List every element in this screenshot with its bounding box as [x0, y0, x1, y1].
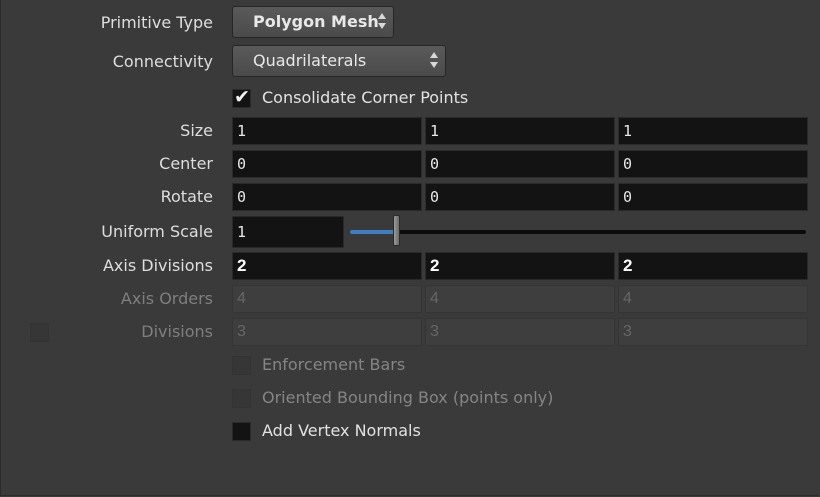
divisions-y-field: 3 — [425, 318, 615, 346]
rotate-label: Rotate — [160, 187, 213, 206]
primitive-type-value: Polygon Mesh — [253, 12, 379, 31]
consolidate-label: Consolidate Corner Points — [262, 88, 469, 107]
divisions-z-field: 3 — [618, 318, 808, 346]
center-x-field[interactable]: 0 — [232, 150, 422, 178]
oriented-bbox-label: Oriented Bounding Box (points only) — [262, 388, 554, 407]
axis-divisions-label: Axis Divisions — [102, 256, 213, 275]
divisions-toggle-checkbox[interactable] — [30, 323, 49, 342]
checkmark-icon: ✔ — [234, 86, 250, 108]
size-y-field[interactable]: 1 — [425, 117, 615, 145]
updown-arrows-icon — [378, 13, 386, 31]
uniform-scale-slider-track[interactable] — [350, 230, 806, 234]
size-z-field[interactable]: 1 — [618, 117, 808, 145]
rotate-y-field[interactable]: 0 — [425, 183, 615, 211]
axis-orders-y-field: 4 — [425, 285, 615, 313]
primitive-type-label: Primitive Type — [100, 13, 213, 32]
uniform-scale-label: Uniform Scale — [101, 222, 213, 241]
axis-orders-z-field: 4 — [618, 285, 808, 313]
connectivity-label: Connectivity — [112, 52, 213, 71]
center-label: Center — [159, 154, 213, 173]
updown-arrows-icon — [430, 52, 438, 70]
uniform-scale-slider-fill — [350, 230, 396, 234]
rotate-x-field[interactable]: 0 — [232, 183, 422, 211]
rotate-z-field[interactable]: 0 — [618, 183, 808, 211]
consolidate-checkbox[interactable]: ✔ — [232, 86, 251, 108]
axis-divisions-y-field[interactable]: 2 — [425, 252, 615, 280]
connectivity-dropdown[interactable]: Quadrilaterals — [232, 45, 446, 77]
add-vertex-normals-checkbox[interactable] — [232, 422, 251, 441]
center-z-field[interactable]: 0 — [618, 150, 808, 178]
uniform-scale-slider-handle[interactable] — [393, 215, 400, 246]
primitive-type-dropdown[interactable]: Polygon Mesh — [232, 6, 394, 38]
axis-divisions-x-field[interactable]: 2 — [232, 252, 422, 280]
enforcement-bars-checkbox — [232, 356, 251, 375]
uniform-scale-field[interactable]: 1 — [232, 216, 344, 248]
divisions-label: Divisions — [141, 322, 213, 341]
size-label: Size — [180, 121, 213, 140]
center-y-field[interactable]: 0 — [425, 150, 615, 178]
size-x-field[interactable]: 1 — [232, 117, 422, 145]
oriented-bbox-checkbox — [232, 389, 251, 408]
axis-divisions-z-field[interactable]: 2 — [618, 252, 808, 280]
add-vertex-normals-label: Add Vertex Normals — [262, 421, 421, 440]
axis-orders-x-field: 4 — [232, 285, 422, 313]
divisions-x-field: 3 — [232, 318, 422, 346]
connectivity-value: Quadrilaterals — [253, 51, 367, 70]
enforcement-bars-label: Enforcement Bars — [262, 355, 406, 374]
axis-orders-label: Axis Orders — [120, 289, 213, 308]
